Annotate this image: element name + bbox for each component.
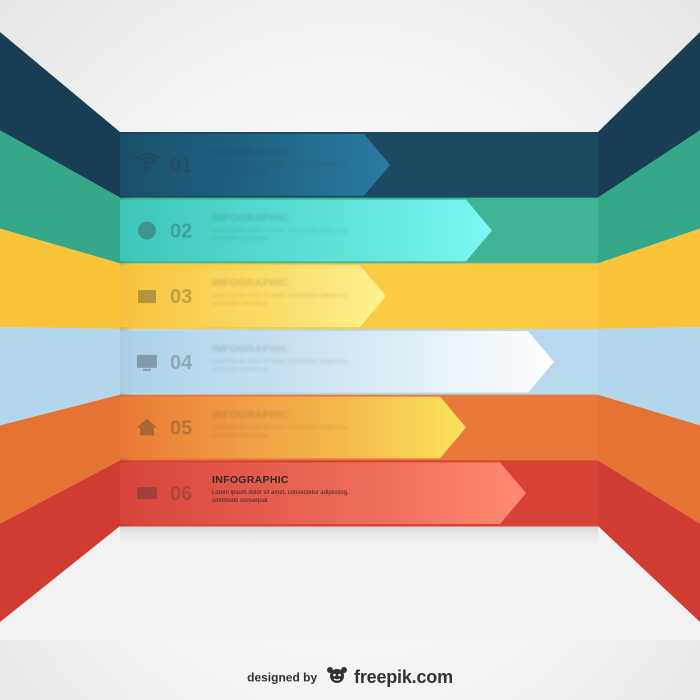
infographic-canvas: 01 02 03 04 05 06 INFOGRAPHIC Lorem ipsum dolo… bbox=[0, 0, 700, 700]
row-description: Lorem ipsum dolor sit amet, consectetur … bbox=[212, 490, 349, 505]
row-label-06: INFOGRAPHIC Lorem ipsum dolor sit amet, c… bbox=[212, 474, 362, 505]
row-description: Lorem ipsum dolor sit amet, consectetur … bbox=[212, 293, 349, 308]
row-title: INFOGRAPHIC bbox=[212, 277, 289, 290]
row-description: Lorem ipsum dolor sit amet, consectetur … bbox=[212, 424, 349, 439]
row-title: INFOGRAPHIC bbox=[212, 408, 289, 421]
row-title: INFOGRAPHIC bbox=[212, 474, 289, 487]
row-title: INFOGRAPHIC bbox=[212, 211, 289, 224]
row-description: Lorem ipsum dolor sit amet, consectetur … bbox=[212, 359, 349, 373]
row-label-03: INFOGRAPHIC Lorem ipsum dolor sit amet, c… bbox=[212, 277, 362, 308]
cart-icon bbox=[137, 487, 157, 500]
credit-line: designed by freepik.com bbox=[0, 666, 700, 689]
row-label-05: INFOGRAPHIC Lorem ipsum dolor sit amet, c… bbox=[212, 409, 362, 440]
folder-icon bbox=[138, 290, 156, 304]
row-description: Lorem ipsum dolor sit amet, consectetur … bbox=[212, 162, 349, 176]
globe-icon bbox=[138, 221, 156, 240]
row-number-03: 03 bbox=[170, 286, 192, 308]
row-title: INFOGRAPHIC bbox=[212, 343, 289, 355]
row-label-01: INFOGRAPHIC Lorem ipsum dolor sit amet, c… bbox=[212, 146, 362, 177]
row-description: Lorem ipsum dolor sit amet, consectetur … bbox=[212, 227, 349, 242]
row-label-02: INFOGRAPHIC Lorem ipsum dolor sit amet, c… bbox=[212, 212, 362, 243]
row-number-05: 05 bbox=[170, 418, 192, 440]
row-label-04: INFOGRAPHIC Lorem ipsum dolor sit amet, c… bbox=[212, 343, 362, 374]
row-number-02: 02 bbox=[170, 221, 192, 243]
freepik-brand: freepik.com bbox=[354, 667, 453, 687]
row-number-04: 04 bbox=[170, 352, 193, 374]
floor bbox=[0, 526, 700, 640]
designed-by-text: designed by bbox=[247, 670, 318, 685]
row-number-06: 06 bbox=[170, 483, 192, 505]
row-title: INFOGRAPHIC bbox=[212, 146, 289, 158]
freepik-logo-icon bbox=[326, 666, 348, 689]
row-number-01: 01 bbox=[170, 155, 192, 177]
